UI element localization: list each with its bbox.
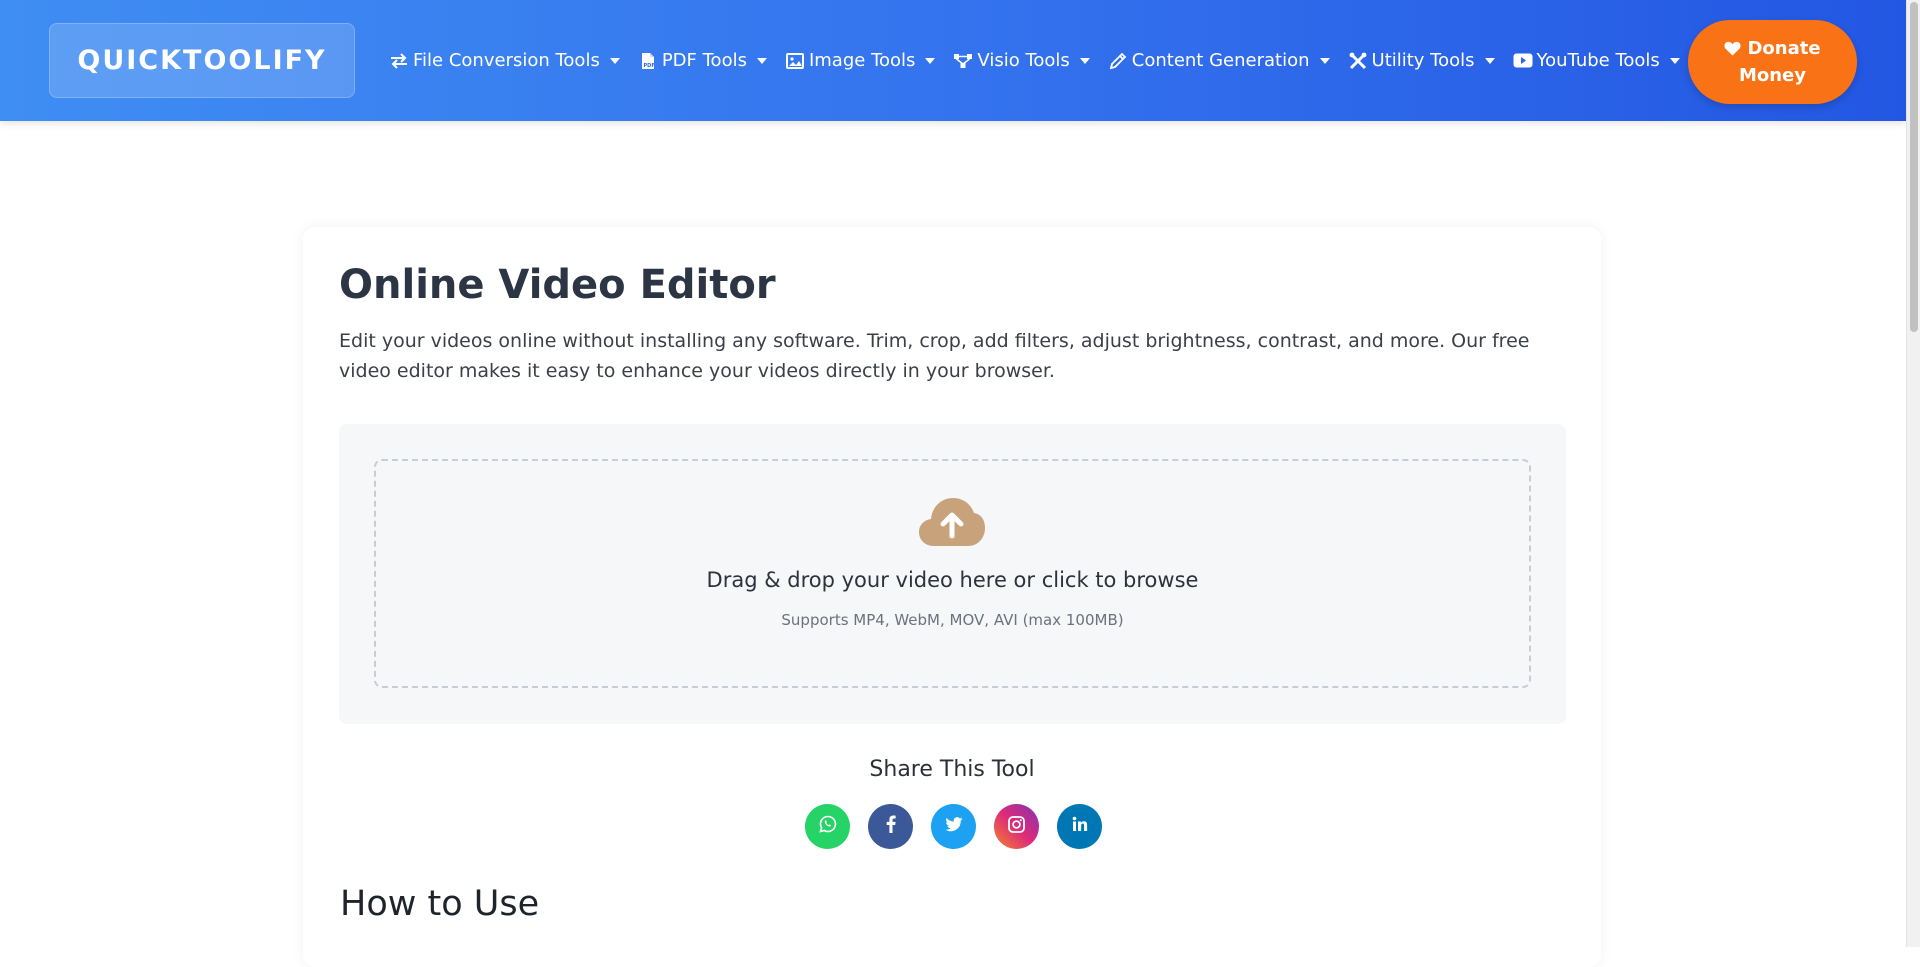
nav-item-content-generation[interactable]: Content Generation [1099, 50, 1339, 71]
how-to-use-heading: How to Use [340, 884, 540, 924]
youtube-icon [1513, 51, 1533, 71]
nav-item-label: Image Tools [808, 50, 916, 71]
share-twitter-button[interactable] [931, 804, 976, 849]
twitter-icon [945, 816, 963, 837]
svg-text:PDF: PDF [643, 63, 654, 69]
share-facebook-button[interactable] [868, 804, 913, 849]
nav-item-label: Utility Tools [1371, 50, 1475, 71]
nav-item-youtube-tools[interactable]: YouTube Tools [1504, 50, 1689, 71]
nav-item-label: PDF Tools [661, 50, 747, 71]
facebook-icon [886, 815, 896, 838]
chevron-down-icon [1669, 57, 1680, 64]
pdf-file-icon: PDF [638, 51, 658, 71]
image-icon [785, 51, 805, 71]
heart-icon [1724, 41, 1741, 56]
main-nav-menu: File Conversion Tools PDF PDF Tools Imag… [380, 0, 1689, 121]
donate-label-line2: Money [1738, 65, 1807, 86]
nav-item-image-tools[interactable]: Image Tools [776, 50, 944, 71]
chevron-down-icon [756, 57, 767, 64]
share-linkedin-button[interactable] [1057, 804, 1102, 849]
chevron-down-icon [1319, 57, 1330, 64]
share-instagram-button[interactable] [994, 804, 1039, 849]
dropzone-supported-formats: Supports MP4, WebM, MOV, AVI (max 100MB) [781, 611, 1124, 629]
nav-item-label: File Conversion Tools [413, 50, 600, 71]
whatsapp-icon [818, 815, 837, 838]
linkedin-icon [1072, 816, 1088, 837]
nav-item-label: Content Generation [1131, 50, 1310, 71]
instagram-icon [1008, 815, 1025, 838]
chevron-down-icon [609, 57, 620, 64]
page-title: Online Video Editor [339, 262, 776, 308]
scrollbar-thumb[interactable] [1910, 2, 1918, 332]
upload-panel: Drag & drop your video here or click to … [339, 424, 1566, 724]
chevron-down-icon [1079, 57, 1090, 64]
top-navbar: QUICKTOOLIFY File Conversion Tools PDF P… [0, 0, 1906, 121]
chevron-down-icon [1484, 57, 1495, 64]
exchange-arrows-icon [389, 51, 409, 71]
dropzone-title: Drag & drop your video here or click to … [706, 568, 1199, 592]
pencil-icon [1108, 51, 1128, 71]
nav-item-file-conversion-tools[interactable]: File Conversion Tools [380, 50, 629, 71]
brand-logo[interactable]: QUICKTOOLIFY [49, 23, 355, 98]
share-buttons [805, 804, 1102, 849]
cloud-upload-icon [918, 496, 986, 548]
diagram-nodes-icon [953, 51, 973, 71]
page-description: Edit your videos online without installi… [339, 330, 1530, 382]
nav-item-pdf-tools[interactable]: PDF PDF Tools [629, 50, 776, 71]
nav-item-visio-tools[interactable]: Visio Tools [944, 50, 1098, 71]
share-section-title: Share This Tool [869, 757, 1035, 782]
page-scrollbar[interactable] [1906, 0, 1920, 947]
share-whatsapp-button[interactable] [805, 804, 850, 849]
donate-money-button[interactable]: Donate Money [1688, 20, 1857, 104]
video-dropzone[interactable]: Drag & drop your video here or click to … [374, 459, 1531, 688]
tool-card: Online Video Editor Edit your videos onl… [303, 227, 1601, 967]
nav-item-utility-tools[interactable]: Utility Tools [1339, 50, 1504, 71]
chevron-down-icon [925, 57, 936, 64]
nav-item-label: YouTube Tools [1536, 50, 1660, 71]
nav-item-label: Visio Tools [977, 50, 1070, 71]
donate-label-line1: Donate [1747, 38, 1821, 59]
tools-icon [1348, 51, 1368, 71]
